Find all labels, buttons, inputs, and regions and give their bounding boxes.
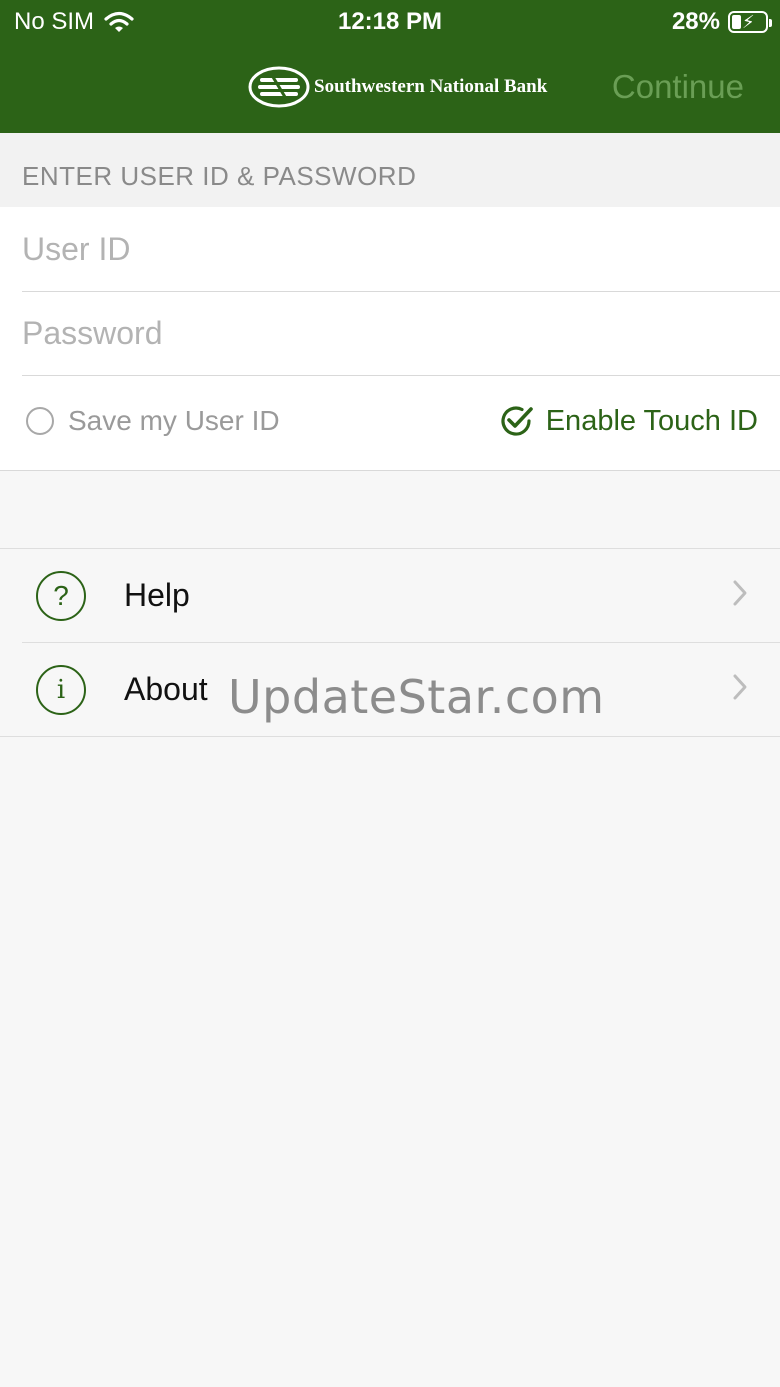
status-bar: No SIM 12:18 PM 28% ⚡ xyxy=(0,0,780,44)
check-circle-icon xyxy=(501,406,533,436)
login-section-header: ENTER USER ID & PASSWORD xyxy=(0,133,780,207)
menu-item-help[interactable]: ? Help xyxy=(0,549,780,642)
enable-touch-id-toggle[interactable]: Enable Touch ID xyxy=(498,403,758,439)
watermark-text: UpdateStar.com xyxy=(228,670,605,724)
password-field xyxy=(22,291,780,376)
login-form: Save my User ID Enable Touch ID xyxy=(0,207,780,471)
enable-touch-id-label: Enable Touch ID xyxy=(545,404,758,437)
save-user-id-toggle[interactable]: Save my User ID xyxy=(26,405,280,437)
charging-bolt-icon: ⚡ xyxy=(742,12,755,32)
bank-name: Southwestern National Bank xyxy=(314,76,548,97)
menu-item-label: Help xyxy=(124,577,190,613)
user-id-field xyxy=(22,207,780,292)
bank-logo: Southwestern National Bank xyxy=(248,64,547,110)
app-header: No SIM 12:18 PM 28% ⚡ Southwestern Natio… xyxy=(0,0,780,133)
section-title: ENTER USER ID & PASSWORD xyxy=(22,161,417,191)
continue-button[interactable]: Continue xyxy=(612,68,744,106)
battery-percent: 28% xyxy=(671,8,720,35)
chevron-right-icon xyxy=(733,580,747,606)
battery-group: 28% ⚡ xyxy=(671,8,772,36)
battery-icon: ⚡ xyxy=(728,11,772,33)
chevron-right-icon xyxy=(733,674,747,700)
save-user-id-label: Save my User ID xyxy=(68,405,280,436)
battery-fill xyxy=(732,15,741,29)
menu-item-label: About xyxy=(124,671,208,707)
info-circle-icon: i xyxy=(36,664,86,715)
login-options-row: Save my User ID Enable Touch ID xyxy=(0,375,780,470)
bank-emblem-icon xyxy=(248,66,310,108)
password-input[interactable] xyxy=(22,291,722,375)
clock: 12:18 PM xyxy=(337,8,443,35)
question-circle-icon: ? xyxy=(36,570,86,621)
user-id-input[interactable] xyxy=(22,207,722,291)
radio-unchecked-icon xyxy=(26,407,54,435)
